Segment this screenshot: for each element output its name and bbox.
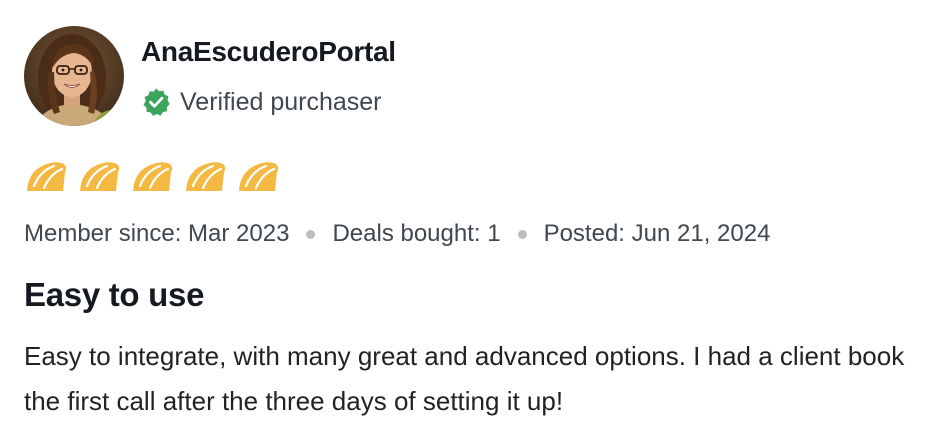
taco-icon [24,160,68,194]
verified-label: Verified purchaser [180,87,382,116]
member-since: Member since: Mar 2023 [24,220,290,247]
review-meta: Member since: Mar 2023 Deals bought: 1 P… [24,216,770,252]
posted-date: Posted: Jun 21, 2024 [543,220,771,247]
avatar[interactable] [24,26,124,126]
taco-icon [77,160,121,194]
review-card: AnaEscuderoPortal Verified purchaser Mem… [0,0,938,438]
separator-dot [306,229,316,239]
deals-bought: Deals bought: 1 [332,220,501,247]
taco-icon [183,160,227,194]
taco-icon [236,160,280,194]
taco-icon [130,160,174,194]
reviewer-name[interactable]: AnaEscuderoPortal [141,36,396,68]
separator-dot [517,229,527,239]
review-title: Easy to use [24,276,205,313]
verified-badge: Verified purchaser [141,86,382,118]
review-body: Easy to integrate, with many great and a… [24,341,905,416]
verified-check-icon [141,87,171,117]
rating-tacos [24,160,289,194]
